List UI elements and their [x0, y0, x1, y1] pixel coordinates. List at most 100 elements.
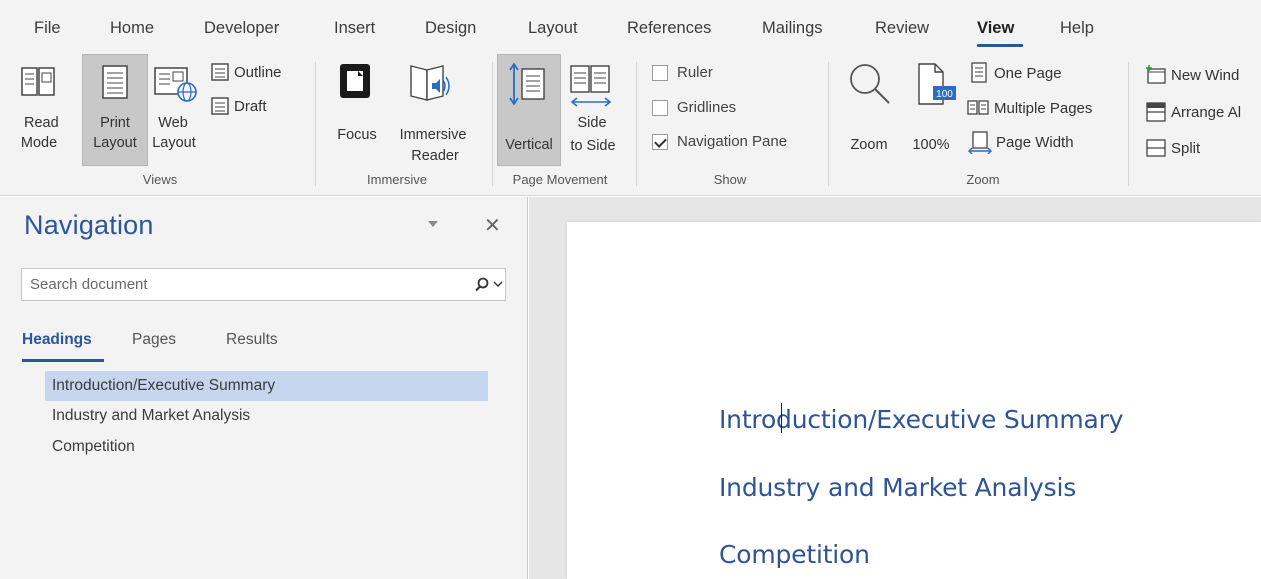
search-document-input[interactable]	[30, 269, 460, 300]
group-separator	[492, 62, 493, 186]
document-page[interactable]	[567, 222, 1261, 579]
zoom-label: Zoom	[850, 137, 888, 153]
navigation-pane-checkbox-row[interactable]: Navigation Pane	[652, 133, 787, 150]
tab-design[interactable]: Design	[425, 19, 476, 38]
search-icon[interactable]	[474, 277, 490, 293]
web-layout-label-2: Layout	[152, 135, 196, 151]
one-page-label: One Page	[994, 64, 1062, 82]
ruler-checkbox-row[interactable]: Ruler	[652, 64, 713, 81]
tab-references[interactable]: References	[627, 19, 711, 38]
side-to-side-label: Side	[577, 115, 607, 131]
gridlines-checkbox[interactable]	[652, 99, 668, 116]
active-nav-tab-underline	[22, 359, 104, 362]
outline-icon	[211, 63, 229, 81]
new-window-label: New Wind	[1171, 66, 1240, 84]
vertical-label: Vertical	[505, 137, 553, 153]
print-layout-label: Print	[100, 115, 130, 131]
tab-file[interactable]: File	[34, 19, 61, 38]
side-to-side-button[interactable]	[568, 62, 616, 110]
web-layout-icon	[154, 67, 197, 102]
active-tab-underline	[977, 44, 1023, 47]
page-width-button[interactable]: Page Width	[968, 130, 1074, 154]
navigation-pane-title: Navigation	[24, 210, 154, 240]
immersive-reader-label-2: Reader	[411, 148, 459, 164]
gridlines-label: Gridlines	[677, 99, 737, 116]
web-layout-button[interactable]	[152, 62, 200, 106]
read-mode-button[interactable]	[18, 62, 58, 102]
navigation-pane: Navigation ✕ Headings Pages Results Intr…	[0, 197, 528, 579]
new-window-button[interactable]: New Wind	[1145, 64, 1239, 86]
outline-label: Outline	[234, 63, 282, 81]
split-button[interactable]: Split	[1145, 137, 1200, 159]
read-mode-label: Read	[24, 115, 59, 131]
chevron-down-icon[interactable]	[493, 278, 503, 290]
document-heading-introduction[interactable]: Introduction/Executive Summary	[719, 405, 1123, 434]
group-separator	[1128, 62, 1129, 186]
document-heading-competition[interactable]: Competition	[719, 540, 870, 569]
immersive-reader-button[interactable]	[405, 60, 455, 106]
immersive-reader-label: Immersive	[399, 127, 467, 143]
gridlines-checkbox-row[interactable]: Gridlines	[652, 99, 736, 116]
heading-item[interactable]: Introduction/Executive Summary	[45, 371, 488, 401]
tab-developer[interactable]: Developer	[204, 19, 279, 38]
tab-view[interactable]: View	[977, 19, 1014, 38]
draft-icon	[211, 97, 229, 115]
group-separator	[315, 62, 316, 186]
views-group-label: Views	[142, 172, 178, 187]
focus-icon	[340, 64, 370, 98]
ruler-label: Ruler	[677, 64, 713, 81]
one-page-button[interactable]: One Page	[968, 62, 1062, 84]
page-width-icon	[968, 131, 992, 154]
immersive-reader-icon	[410, 65, 450, 101]
tab-layout[interactable]: Layout	[528, 19, 578, 38]
focus-label: Focus	[337, 127, 377, 143]
tab-results[interactable]: Results	[226, 331, 278, 349]
draft-button[interactable]: Draft	[210, 96, 267, 116]
arrange-all-label: Arrange Al	[1171, 103, 1242, 121]
outline-button[interactable]: Outline	[210, 62, 282, 82]
heading-item[interactable]: Industry and Market Analysis	[45, 401, 488, 431]
search-box	[21, 268, 506, 301]
web-layout-label: Web	[158, 115, 188, 131]
zoom-button[interactable]	[845, 60, 895, 110]
immersive-group-label: Immersive	[367, 172, 427, 187]
group-separator	[636, 62, 637, 186]
close-icon[interactable]: ✕	[484, 213, 501, 238]
tab-home[interactable]: Home	[110, 19, 154, 38]
tab-pages[interactable]: Pages	[132, 331, 176, 349]
page-width-label: Page Width	[996, 133, 1074, 151]
hundred-badge-text: 100	[936, 89, 953, 100]
ribbon: Read Mode Print Layout Web Layout Outlin…	[0, 48, 1261, 196]
zoom-group-label: Zoom	[966, 172, 1000, 187]
side-to-side-icon	[570, 65, 612, 107]
focus-button[interactable]	[335, 60, 377, 104]
print-layout-label-2: Layout	[93, 135, 137, 151]
tab-headings[interactable]: Headings	[22, 331, 92, 349]
vertical-scroll-icon	[509, 62, 545, 106]
side-to-side-label-2: to Side	[570, 138, 616, 154]
print-layout-icon	[102, 65, 128, 99]
arrange-all-button[interactable]: Arrange Al	[1145, 101, 1241, 123]
ribbon-tab-bar: File Home Developer Insert Design Layout…	[0, 0, 1261, 48]
split-icon	[1146, 139, 1166, 157]
heading-item[interactable]: Competition	[45, 432, 488, 462]
group-separator	[828, 62, 829, 186]
split-label: Split	[1171, 139, 1201, 157]
arrange-all-icon	[1146, 102, 1166, 122]
navigation-pane-label: Navigation Pane	[677, 133, 788, 150]
tab-review[interactable]: Review	[875, 19, 929, 38]
read-mode-icon	[21, 67, 55, 96]
pane-options-chevron-icon[interactable]	[428, 221, 438, 227]
ruler-checkbox[interactable]	[652, 64, 668, 81]
tab-insert[interactable]: Insert	[334, 19, 375, 38]
navigation-pane-checkbox[interactable]	[652, 133, 668, 150]
hundred-percent-button[interactable]: 100	[915, 60, 957, 112]
hundred-percent-label: 100%	[912, 137, 950, 153]
tab-mailings[interactable]: Mailings	[762, 19, 823, 38]
multiple-pages-button[interactable]: Multiple Pages	[966, 97, 1092, 119]
multiple-pages-icon	[967, 100, 989, 115]
text-cursor	[781, 403, 782, 433]
document-heading-industry[interactable]: Industry and Market Analysis	[719, 473, 1076, 502]
tab-help[interactable]: Help	[1060, 19, 1094, 38]
new-window-icon	[1146, 65, 1166, 84]
